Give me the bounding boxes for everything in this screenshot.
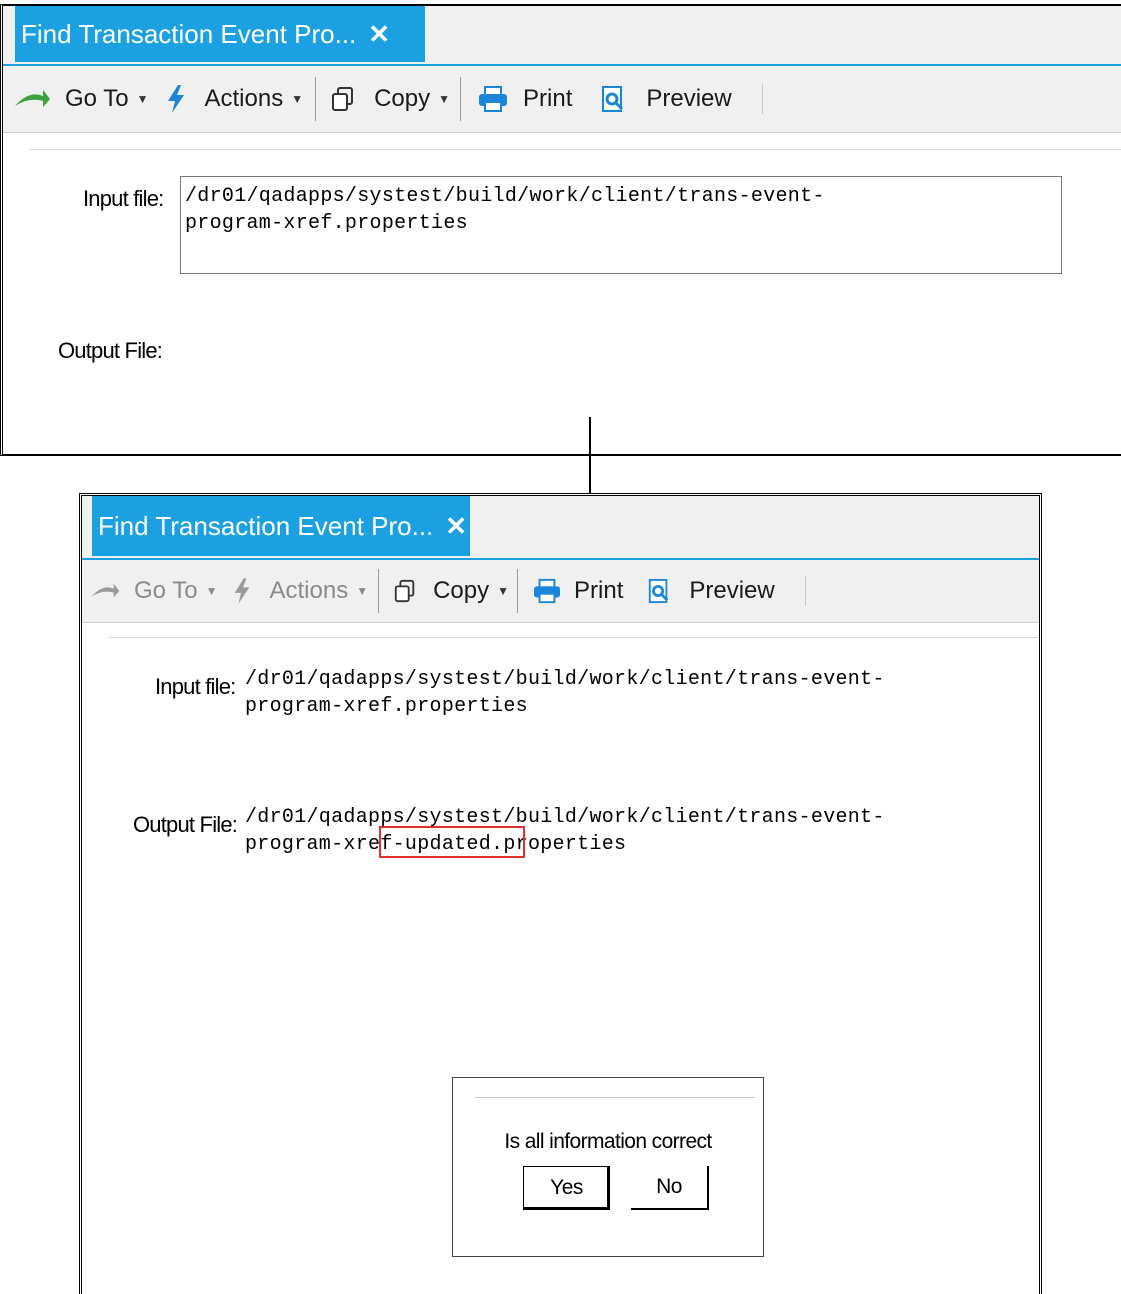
goto-button[interactable]: Go To ▼ — [13, 85, 149, 113]
toolbar: Go To ▼ Actions ▼ Copy ▼ Print Preview — [3, 66, 1121, 133]
content-divider — [108, 637, 1039, 638]
preview-label: Preview — [689, 577, 775, 604]
toolbar-separator — [517, 569, 519, 613]
toolbar-separator — [460, 77, 462, 121]
preview-button[interactable]: Preview — [600, 85, 732, 113]
preview-button[interactable]: Preview — [647, 577, 775, 605]
actions-label: Actions — [204, 85, 284, 112]
tab-find-transaction-event[interactable]: Find Transaction Event Pro... ✕ — [15, 6, 425, 62]
tab-title: Find Transaction Event Pro... — [21, 18, 357, 49]
confirm-dialog: Is all information correct Yes No — [452, 1077, 764, 1257]
printer-icon — [532, 578, 562, 604]
input-file-value-line1: /dr01/qadapps/systest/build/work/client/… — [245, 668, 885, 691]
preview-icon — [647, 578, 671, 604]
printer-icon — [477, 85, 509, 113]
toolbar-separator — [761, 84, 763, 114]
copy-icon — [393, 579, 417, 603]
output-file-label: Output File: — [133, 812, 238, 837]
goto-label: Go To — [65, 85, 129, 112]
chevron-down-icon: ▼ — [291, 92, 304, 106]
output-file-label: Output File: — [58, 338, 163, 363]
change-highlight-box — [379, 826, 525, 858]
input-file-label: Input file: — [83, 186, 164, 211]
output-file-value: /dr01/qadapps/systest/build/work/client/… — [245, 804, 885, 858]
goto-button[interactable]: Go To ▼ — [90, 577, 218, 605]
output-file-value-line1: /dr01/qadapps/systest/build/work/client/… — [245, 806, 885, 829]
toolbar-separator — [804, 576, 806, 606]
copy-button[interactable]: Copy ▼ — [393, 577, 509, 605]
print-button[interactable]: Print — [477, 85, 572, 113]
print-button[interactable]: Print — [532, 577, 623, 605]
print-label: Print — [523, 85, 573, 112]
preview-label: Preview — [646, 85, 732, 112]
input-file-field[interactable]: /dr01/qadapps/systest/build/work/client/… — [180, 176, 1062, 274]
no-button[interactable]: No — [631, 1166, 709, 1210]
preview-icon — [600, 85, 626, 113]
goto-arrow-icon — [90, 581, 120, 601]
actions-button[interactable]: Actions ▼ — [232, 577, 369, 605]
close-icon[interactable]: ✕ — [368, 19, 390, 50]
toolbar-separator — [315, 77, 317, 121]
chevron-down-icon: ▼ — [497, 584, 510, 598]
chevron-down-icon: ▼ — [136, 92, 149, 106]
copy-label: Copy — [374, 85, 431, 112]
tab-strip: Find Transaction Event Pro... ✕ — [82, 496, 1039, 560]
chevron-down-icon: ▼ — [438, 92, 451, 106]
dialog-divider — [475, 1097, 755, 1098]
input-file-value-line2: program-xref.properties — [245, 695, 528, 718]
toolbar-separator — [378, 569, 380, 613]
tab-find-transaction-event[interactable]: Find Transaction Event Pro... ✕ — [92, 496, 470, 556]
goto-arrow-icon — [13, 88, 51, 110]
print-label: Print — [574, 577, 624, 604]
lightning-icon — [232, 577, 252, 605]
chevron-down-icon: ▼ — [205, 584, 218, 598]
tab-strip: Find Transaction Event Pro... ✕ — [3, 6, 1121, 66]
input-file-value-line2: program-xref.properties — [185, 212, 468, 235]
copy-button[interactable]: Copy ▼ — [330, 85, 450, 113]
output-file-value-line2: program-xref-updated.properties — [245, 833, 627, 856]
close-icon[interactable]: ✕ — [445, 511, 467, 542]
yes-button[interactable]: Yes — [523, 1166, 610, 1210]
actions-label: Actions — [269, 577, 349, 604]
lightning-icon — [165, 84, 187, 114]
actions-button[interactable]: Actions ▼ — [165, 84, 304, 114]
input-file-value-line1: /dr01/qadapps/systest/build/work/client/… — [185, 185, 825, 208]
goto-label: Go To — [134, 577, 198, 604]
tab-title: Find Transaction Event Pro... — [98, 510, 434, 541]
copy-icon — [330, 86, 356, 112]
content-divider — [29, 149, 1121, 150]
window-before: Find Transaction Event Pro... ✕ Go To ▼ … — [0, 4, 1121, 456]
input-file-label: Input file: — [155, 674, 236, 699]
dialog-question: Is all information correct — [504, 1130, 712, 1153]
toolbar: Go To ▼ Actions ▼ Copy ▼ Print Preview — [82, 560, 1039, 623]
copy-label: Copy — [433, 577, 490, 604]
input-file-value: /dr01/qadapps/systest/build/work/client/… — [245, 666, 885, 720]
chevron-down-icon: ▼ — [356, 584, 369, 598]
